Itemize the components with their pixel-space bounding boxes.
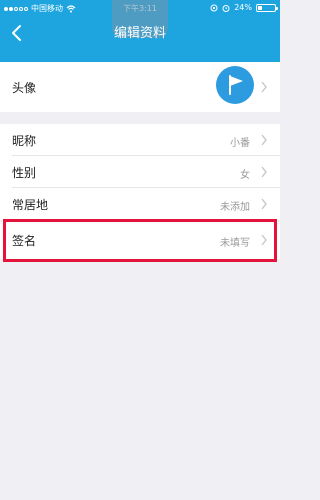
nickname-value: 小番 <box>230 138 250 149</box>
list-item[interactable]: 昵称 小番 <box>0 124 280 156</box>
gender-label: 性别 <box>12 166 37 180</box>
battery-level <box>258 5 262 10</box>
list-item[interactable]: 常居地 未添加 <box>0 188 280 220</box>
list-item[interactable]: 性别 女 <box>0 156 280 188</box>
avatar-row-label: 头像 <box>12 81 37 95</box>
battery-icon <box>256 3 278 12</box>
lock-rotation-icon <box>210 4 218 11</box>
gender-value: 女 <box>240 170 250 181</box>
chevron-right-icon <box>261 134 267 146</box>
status-right: 24% <box>210 3 278 12</box>
highlight-frame <box>3 219 277 262</box>
page-title: 编辑资料 <box>113 26 166 41</box>
avatar[interactable] <box>216 66 254 104</box>
chevron-right-icon <box>261 81 267 93</box>
nickname-label: 昵称 <box>12 134 37 148</box>
residence-label: 常居地 <box>12 198 49 212</box>
flag-icon <box>229 75 243 95</box>
chevron-right-icon <box>261 198 267 210</box>
top-bar: 中国移动 下午3:11 24% 编辑资料 <box>0 0 280 62</box>
battery-percent: 24% <box>234 3 252 12</box>
chevron-right-icon <box>261 166 267 178</box>
alarm-icon <box>222 4 230 12</box>
residence-value: 未添加 <box>220 202 250 213</box>
nav-title-area: 编辑资料 <box>0 22 280 42</box>
